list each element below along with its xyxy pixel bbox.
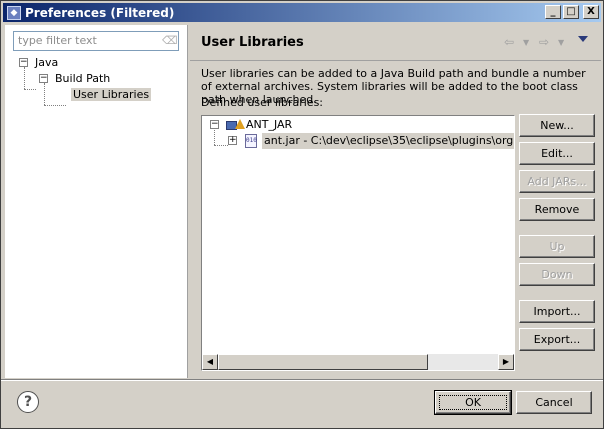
- down-button[interactable]: Down: [519, 263, 595, 286]
- eclipse-window-icon: ◆: [7, 5, 21, 20]
- maximize-button[interactable]: □: [563, 5, 579, 19]
- user-libraries-tree[interactable]: − ANT_JAR + 010 ant.jar - C:\dev\eclipse…: [201, 115, 515, 371]
- tree-connector: [24, 67, 25, 89]
- import-button[interactable]: Import...: [519, 300, 595, 323]
- up-button[interactable]: Up: [519, 235, 595, 258]
- new-button[interactable]: New...: [519, 114, 595, 137]
- window-title: Preferences (Filtered): [25, 5, 175, 20]
- jar-path-label: ant.jar - C:\dev\eclipse\35\eclipse\plug…: [264, 134, 514, 147]
- preference-page: User Libraries ⇦ ▼ ⇨ ▼ User libraries ca…: [190, 25, 601, 378]
- collapse-toggle-icon[interactable]: −: [39, 74, 48, 83]
- expand-toggle-icon[interactable]: +: [228, 136, 237, 145]
- ok-button[interactable]: OK: [434, 390, 512, 415]
- defined-libraries-text: Defined user libraries:: [201, 96, 324, 109]
- tree-connector: [24, 89, 36, 90]
- jar-file-icon: 010: [245, 134, 257, 148]
- scroll-right-arrow-icon[interactable]: ▶: [498, 354, 514, 370]
- footer-separator: [1, 379, 603, 381]
- forward-dropdown-icon[interactable]: ▼: [558, 38, 564, 47]
- preferences-tree-pane: type filter text ⌫ − Java − Build Path U…: [5, 25, 188, 378]
- preferences-window: ◆ Preferences (Filtered) _ □ X type filt…: [0, 0, 604, 429]
- tree-item-user-libraries[interactable]: User Libraries: [71, 87, 152, 103]
- filter-input[interactable]: type filter text ⌫: [13, 31, 179, 51]
- page-header: User Libraries ⇦ ▼ ⇨ ▼: [190, 25, 601, 61]
- scroll-left-arrow-icon[interactable]: ◀: [202, 354, 218, 370]
- back-arrow-icon[interactable]: ⇦: [504, 35, 514, 49]
- tree-connector: [44, 105, 66, 106]
- filter-placeholder: type filter text: [18, 34, 97, 47]
- export-button[interactable]: Export...: [519, 328, 595, 351]
- minimize-button[interactable]: _: [545, 5, 561, 19]
- remove-button[interactable]: Remove: [519, 198, 595, 221]
- close-button[interactable]: X: [583, 5, 599, 19]
- add-jars-button[interactable]: Add JARs...: [519, 170, 595, 193]
- tree-item-label: User Libraries: [71, 88, 152, 101]
- horizontal-scrollbar[interactable]: ◀ ▶: [202, 354, 514, 370]
- window-controls: _ □ X: [545, 5, 599, 19]
- edit-button[interactable]: Edit...: [519, 142, 595, 165]
- tree-connector: [214, 128, 215, 145]
- tree-item-label: Java: [35, 56, 59, 69]
- focus-rectangle: [439, 395, 507, 410]
- back-dropdown-icon[interactable]: ▼: [523, 38, 529, 47]
- page-title: User Libraries: [201, 35, 304, 50]
- cancel-button[interactable]: Cancel: [516, 391, 592, 414]
- forward-arrow-icon[interactable]: ⇨: [539, 35, 549, 49]
- tree-item-label: Build Path: [55, 72, 111, 85]
- collapse-toggle-icon[interactable]: −: [210, 120, 219, 129]
- tree-connector: [214, 145, 228, 146]
- help-icon[interactable]: ?: [17, 391, 39, 413]
- tree-connector: [44, 83, 45, 105]
- scroll-thumb[interactable]: [218, 354, 428, 370]
- library-name: ANT_JAR: [246, 118, 293, 131]
- collapse-toggle-icon[interactable]: −: [19, 58, 28, 67]
- title-bar[interactable]: ◆ Preferences (Filtered) _ □ X: [3, 3, 601, 22]
- library-icon: [226, 119, 245, 131]
- view-menu-icon[interactable]: [578, 36, 588, 42]
- clear-filter-icon[interactable]: ⌫: [162, 34, 178, 48]
- defined-libraries-label: Defined user libraries:: [201, 96, 323, 109]
